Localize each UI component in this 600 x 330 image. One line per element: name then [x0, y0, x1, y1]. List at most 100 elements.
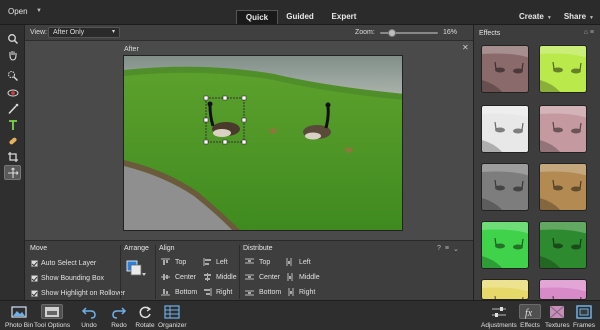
adjustments-button[interactable]: Adjustments: [481, 304, 517, 329]
align-middle-icon[interactable]: [203, 273, 212, 281]
auto-select-layer-label: Auto Select Layer: [41, 260, 97, 267]
photo-canvas[interactable]: [123, 55, 403, 231]
effect-thumb-warm-sepia[interactable]: [539, 163, 587, 211]
effect-thumb-deep-green[interactable]: [539, 221, 587, 269]
mode-tabs: Quick Guided Expert: [236, 10, 366, 24]
close-icon[interactable]: ✕: [462, 43, 469, 52]
frames-icon: [573, 304, 595, 319]
align-top-label[interactable]: Top: [175, 259, 186, 266]
effect-thumb-yellow-fade[interactable]: [481, 279, 529, 300]
help-icon[interactable]: ?: [437, 245, 441, 253]
undo-button[interactable]: Undo: [78, 304, 100, 329]
organizer-button[interactable]: Organizer: [158, 304, 187, 329]
tool-options-button[interactable]: Tool Options: [34, 304, 70, 329]
photo-bin-button[interactable]: Photo Bin: [5, 304, 33, 329]
move-title: Move: [30, 245, 48, 252]
tool-options-icon: [41, 304, 64, 319]
distribute-right-icon[interactable]: [286, 288, 295, 296]
collapse-icon[interactable]: ⌄: [453, 245, 459, 253]
red-eye-icon[interactable]: [4, 85, 21, 100]
align-center-label[interactable]: Center: [175, 274, 196, 281]
share-chevron-icon: ▼: [589, 15, 594, 21]
distribute-middle-icon[interactable]: [286, 273, 295, 281]
type-icon[interactable]: [4, 117, 21, 132]
create-label: Create: [518, 12, 544, 21]
undo-label: Undo: [81, 322, 97, 329]
distribute-top-label[interactable]: Top: [259, 259, 270, 266]
textures-icon: [546, 304, 568, 319]
quick-selection-icon[interactable]: [4, 68, 21, 83]
effects-button[interactable]: fx Effects: [519, 304, 541, 329]
tool-options-panel: Move Auto Select Layer Show Bounding Box…: [25, 240, 473, 300]
panel-options-icon[interactable]: ≡: [590, 29, 594, 36]
distribute-bottom-icon[interactable]: [245, 288, 254, 296]
panel-menu-icon[interactable]: ⌂: [584, 29, 588, 36]
effect-thumb-pink-wash[interactable]: [539, 105, 587, 153]
distribute-middle-label[interactable]: Middle: [299, 274, 320, 281]
panel-options-icon[interactable]: ≡: [445, 245, 449, 253]
photo-bin-icon: [8, 304, 30, 319]
whiten-teeth-icon[interactable]: [4, 101, 21, 116]
distribute-top-icon[interactable]: [245, 258, 254, 266]
redo-label: Redo: [111, 322, 127, 329]
distribute-right-label[interactable]: Right: [299, 289, 315, 296]
align-center-icon[interactable]: [161, 273, 170, 281]
distribute-left-label[interactable]: Left: [299, 259, 311, 266]
crop-icon[interactable]: [4, 149, 21, 164]
move-icon[interactable]: [4, 165, 21, 180]
align-left-icon[interactable]: [203, 258, 212, 266]
tab-guided[interactable]: Guided: [278, 10, 322, 24]
effects-panel: Effects ⌂ ≡: [473, 25, 600, 300]
effect-thumb-vivid-green[interactable]: [481, 221, 529, 269]
align-top-icon[interactable]: [161, 258, 170, 266]
tab-expert[interactable]: Expert: [322, 10, 366, 24]
show-highlight-checkbox[interactable]: [31, 290, 38, 297]
create-menu[interactable]: Create ▼: [519, 12, 552, 21]
distribute-left-icon[interactable]: [286, 258, 295, 266]
align-bottom-icon[interactable]: [161, 288, 170, 296]
view-bar: View: After Only ▾ Zoom: 16%: [25, 25, 473, 41]
align-right-label[interactable]: Right: [216, 289, 232, 296]
organizer-icon: [161, 304, 183, 319]
view-select-value: After Only: [53, 29, 85, 36]
rotate-label: Rotate: [135, 322, 155, 329]
frames-label: Frames: [573, 322, 596, 329]
effect-thumb-sepia-rose[interactable]: [481, 45, 529, 93]
align-right-icon[interactable]: [203, 288, 212, 296]
textures-button[interactable]: Textures: [545, 304, 570, 329]
adjustments-icon: [488, 304, 510, 319]
adjustments-label: Adjustments: [481, 322, 517, 329]
effect-thumb-monochrome[interactable]: [481, 163, 529, 211]
right-menus: Create ▼ Share ▼: [519, 12, 594, 21]
arrange-dropdown[interactable]: [125, 259, 147, 279]
align-middle-label[interactable]: Middle: [216, 274, 237, 281]
align-left-label[interactable]: Left: [216, 259, 228, 266]
redo-button[interactable]: Redo: [108, 304, 130, 329]
spot-healing-icon[interactable]: [4, 133, 21, 148]
arrange-icon: [126, 260, 146, 276]
hand-icon[interactable]: [4, 47, 21, 62]
tab-quick[interactable]: Quick: [236, 10, 278, 24]
zoom-slider[interactable]: [380, 29, 438, 37]
tool-options-label: Tool Options: [34, 322, 71, 329]
open-chevron-icon[interactable]: ▼: [36, 8, 42, 14]
frames-button[interactable]: Frames: [573, 304, 595, 329]
distribute-center-label[interactable]: Center: [259, 274, 280, 281]
effects-label: Effects: [520, 322, 540, 329]
open-button[interactable]: Open: [8, 7, 28, 16]
view-label: View:: [30, 29, 47, 36]
distribute-bottom-label[interactable]: Bottom: [259, 289, 281, 296]
rotate-button[interactable]: Rotate: [134, 304, 156, 329]
zoom-slider-thumb[interactable]: [388, 29, 396, 37]
effect-thumb-magenta-fade[interactable]: [539, 279, 587, 300]
zoom-icon[interactable]: [4, 31, 21, 46]
share-menu[interactable]: Share ▼: [564, 12, 594, 21]
effects-icon: fx: [519, 304, 541, 319]
auto-select-layer-checkbox[interactable]: [31, 260, 38, 267]
distribute-center-icon[interactable]: [245, 273, 254, 281]
view-select[interactable]: After Only ▾: [48, 27, 120, 38]
effect-thumb-lime-glow[interactable]: [539, 45, 587, 93]
align-bottom-label[interactable]: Bottom: [175, 289, 197, 296]
effect-thumb-high-key[interactable]: [481, 105, 529, 153]
show-bounding-box-checkbox[interactable]: [31, 275, 38, 282]
